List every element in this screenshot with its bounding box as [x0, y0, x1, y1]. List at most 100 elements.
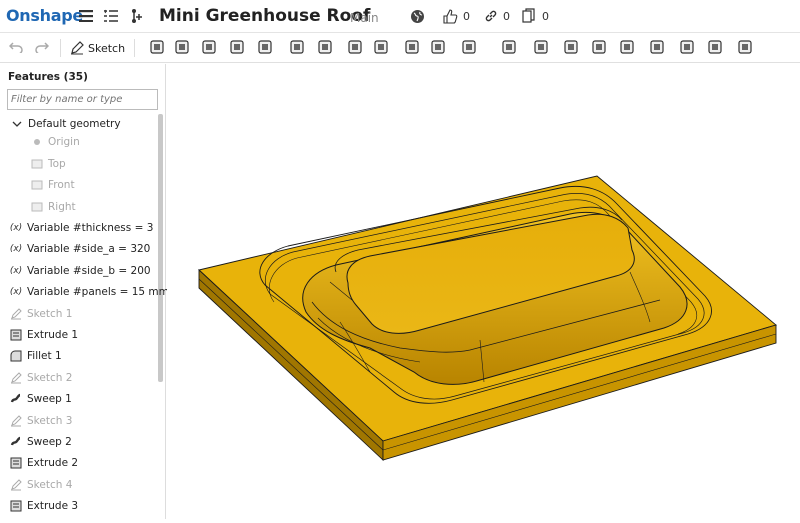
- boolean-icon[interactable]: [500, 38, 518, 56]
- variable-icon: (x): [9, 244, 23, 255]
- feature-item[interactable]: (x) Variable #side_a = 320: [9, 239, 151, 259]
- feature-item-label: Sketch 1: [27, 307, 73, 320]
- feature-item[interactable]: Sketch 1: [9, 304, 72, 324]
- redo-icon[interactable]: [33, 38, 51, 56]
- loft-icon[interactable]: [228, 38, 246, 56]
- feature-item-label: Sketch 3: [27, 414, 73, 427]
- hole-icon[interactable]: [403, 38, 421, 56]
- plane-icon: [30, 200, 44, 214]
- plane-icon: [30, 178, 44, 192]
- extrude-icon: [9, 499, 23, 513]
- feature-item-label: Variable #thickness = 3: [27, 222, 154, 234]
- feature-tree-panel: Features (35) Default geometry Origin Top…: [0, 64, 169, 519]
- feature-item[interactable]: Extrude 3: [9, 496, 78, 516]
- draft-icon[interactable]: [346, 38, 364, 56]
- geometry-item-right[interactable]: Right: [30, 197, 76, 217]
- top-bar: Onshape Mini Greenhouse Roof Main 0 0 0: [0, 0, 800, 33]
- feature-item-label: Sweep 2: [27, 436, 72, 448]
- default-geometry-folder[interactable]: Default geometry: [10, 114, 121, 134]
- pencil-icon: [71, 41, 84, 55]
- geometry-item-label: Top: [48, 157, 66, 170]
- workspace-branch[interactable]: Main: [350, 11, 379, 25]
- extrude-icon[interactable]: [148, 38, 166, 56]
- copy-icon[interactable]: [520, 7, 538, 25]
- sweep-icon: [9, 435, 23, 449]
- version-graph-icon[interactable]: [128, 7, 146, 25]
- feature-list-icon[interactable]: [102, 7, 120, 25]
- feature-item-label: Extrude 3: [27, 500, 79, 513]
- sheet-metal-icon[interactable]: [618, 38, 636, 56]
- thicken-icon[interactable]: [256, 38, 274, 56]
- feature-item[interactable]: Fillet 1: [9, 346, 62, 366]
- feature-item-label: Sweep 1: [27, 393, 72, 406]
- document-title[interactable]: Mini Greenhouse Roof: [159, 6, 370, 26]
- graphics-viewport[interactable]: [167, 64, 800, 519]
- hamburger-menu-icon[interactable]: [77, 7, 95, 25]
- plane-icon: [30, 157, 44, 171]
- feature-item-label: Variable #side_b = 200: [27, 264, 151, 277]
- sweep-icon: [9, 392, 23, 406]
- modify-fillet-icon[interactable]: [648, 38, 666, 56]
- geometry-item-label: Right: [48, 200, 76, 213]
- sweep-icon[interactable]: [200, 38, 218, 56]
- feature-item-label: Variable #panels = 15 mm: [27, 286, 169, 299]
- feature-item-label: Extrude 2: [27, 457, 79, 470]
- pattern-icon[interactable]: [429, 38, 447, 56]
- feature-item[interactable]: Sweep 2: [9, 432, 72, 452]
- feature-item[interactable]: Extrude 2: [9, 453, 78, 473]
- origin-icon: [30, 135, 44, 149]
- extrude-icon: [9, 456, 23, 470]
- sketch-icon: [9, 371, 23, 385]
- feature-filter-input[interactable]: [7, 89, 158, 110]
- geometry-item-top[interactable]: Top: [30, 154, 66, 174]
- feature-panel-scrollbar[interactable]: [158, 114, 163, 382]
- sketch-icon: [9, 478, 23, 492]
- feature-item-label: Sketch 2: [27, 371, 73, 384]
- globe-icon[interactable]: [408, 7, 426, 25]
- shell-icon[interactable]: [372, 38, 390, 56]
- revolve-icon[interactable]: [173, 38, 191, 56]
- toolbar-divider: [60, 39, 61, 57]
- copies-count: 0: [542, 10, 549, 23]
- feature-item-label: Fillet 1: [27, 350, 62, 363]
- undo-icon[interactable]: [7, 38, 25, 56]
- chevron-down-icon[interactable]: [10, 117, 24, 131]
- feature-item[interactable]: (x) Variable #panels = 15 mm: [9, 282, 169, 302]
- move-face-icon[interactable]: [678, 38, 696, 56]
- feature-item[interactable]: Sketch 4: [9, 475, 72, 495]
- link-icon[interactable]: [482, 7, 500, 25]
- feature-item[interactable]: Sketch 2: [9, 368, 72, 388]
- geometry-item-front[interactable]: Front: [30, 175, 75, 195]
- feature-item-label: Variable #side_a = 320: [27, 243, 151, 256]
- feature-item[interactable]: Sketch 3: [9, 411, 72, 431]
- transform-icon[interactable]: [562, 38, 580, 56]
- toolbar-divider: [134, 39, 135, 57]
- chamfer-icon[interactable]: [316, 38, 334, 56]
- fillet-icon[interactable]: [288, 38, 306, 56]
- mirror-icon[interactable]: [460, 38, 478, 56]
- sketch-icon: [9, 307, 23, 321]
- variable-icon: (x): [9, 265, 23, 276]
- feature-panel-title: Features (35): [8, 71, 88, 83]
- feature-item[interactable]: (x) Variable #thickness = 3: [9, 218, 154, 238]
- delete-part-icon[interactable]: [590, 38, 608, 56]
- feature-item[interactable]: Sweep 1: [9, 389, 72, 409]
- offset-surface-icon[interactable]: [736, 38, 754, 56]
- like-icon[interactable]: [441, 7, 459, 25]
- split-icon[interactable]: [532, 38, 550, 56]
- geometry-item-label: Front: [48, 179, 75, 191]
- onshape-logo[interactable]: Onshape: [6, 6, 83, 25]
- variable-icon: (x): [9, 287, 23, 298]
- geometry-item-label: Origin: [48, 136, 80, 148]
- feature-item-label: Sketch 4: [27, 478, 73, 491]
- sketch-button[interactable]: Sketch: [70, 39, 125, 57]
- feature-item[interactable]: (x) Variable #side_b = 200: [9, 261, 151, 281]
- links-count: 0: [503, 10, 510, 23]
- feature-toolbar: Sketch: [0, 33, 800, 63]
- feature-item[interactable]: Extrude 1: [9, 325, 78, 345]
- replace-face-icon[interactable]: [706, 38, 724, 56]
- part-model[interactable]: [167, 64, 800, 519]
- likes-count: 0: [463, 10, 470, 23]
- sketch-button-label: Sketch: [88, 41, 126, 55]
- geometry-item-origin[interactable]: Origin: [30, 132, 80, 152]
